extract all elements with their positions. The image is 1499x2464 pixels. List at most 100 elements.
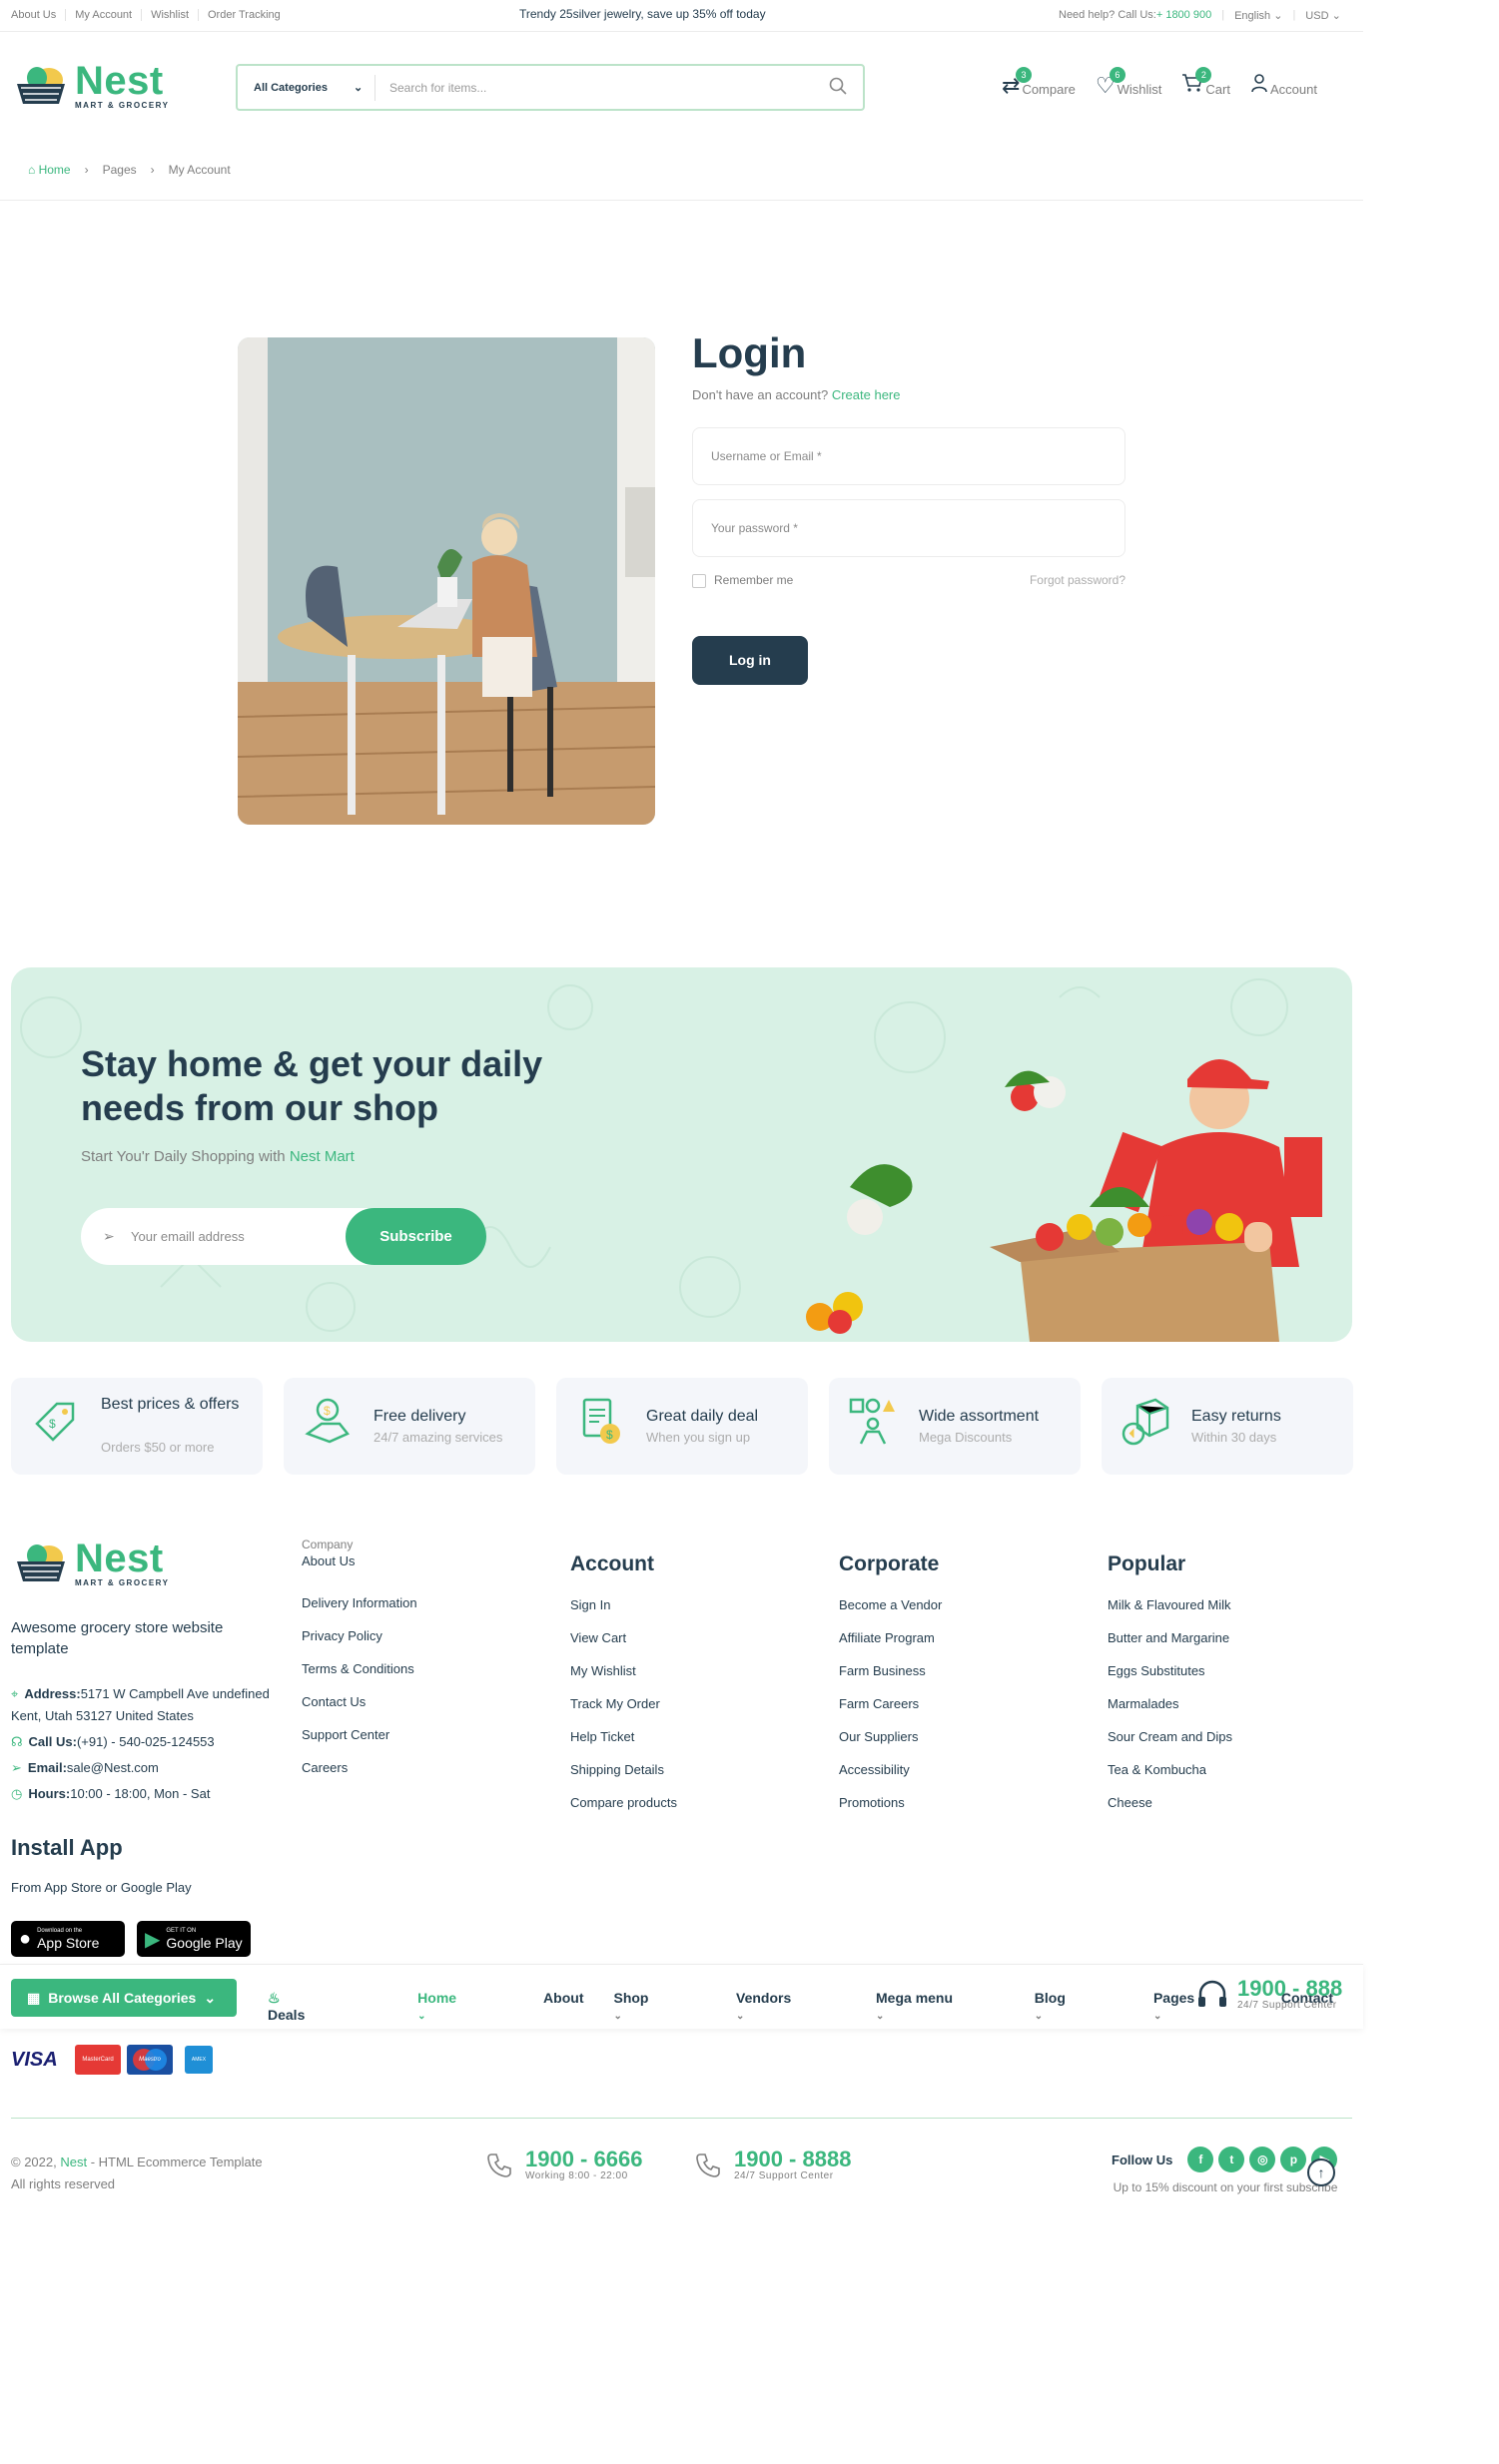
footer-link[interactable]: Farm Business	[839, 1654, 942, 1687]
pinterest-icon[interactable]: p	[1280, 2147, 1307, 2172]
footer-link[interactable]: Cheese	[1108, 1786, 1232, 1819]
google-play-button[interactable]: ▶ GET IT ON Google Play	[137, 1921, 251, 1957]
footer-link[interactable]: Butter and Margarine	[1108, 1621, 1232, 1654]
category-select[interactable]: All Categories ⌄	[238, 74, 375, 101]
facebook-icon[interactable]: f	[1187, 2147, 1214, 2172]
home-icon: ⌂	[28, 163, 36, 177]
app-store-button[interactable]: ● Download on the App Store	[11, 1921, 125, 1957]
breadcrumb-pages[interactable]: Pages	[103, 163, 137, 177]
footer-link[interactable]: Delivery Information	[302, 1586, 417, 1619]
chevron-down-icon: ⌄	[1331, 10, 1341, 22]
browse-categories-button[interactable]: ▦ Browse All Categories ⌄	[11, 1979, 237, 2017]
install-app-title: Install App	[11, 1835, 123, 1860]
remember-checkbox[interactable]	[692, 573, 706, 588]
footer-link[interactable]: Privacy Policy	[302, 1619, 417, 1652]
chevron-down-icon: ⌄	[1152, 2011, 1162, 2022]
chevron-down-icon: ⌄	[204, 1989, 217, 2006]
footer-link[interactable]: Milk & Flavoured Milk	[1108, 1588, 1232, 1621]
call-value[interactable]: (+91) - 540-025-124553	[77, 1734, 215, 1749]
footer-logo[interactable]: Nest MART & GROCERY	[11, 1538, 169, 1587]
login-button[interactable]: Log in	[692, 635, 808, 685]
remember-me[interactable]: Remember me	[692, 573, 793, 588]
footer-link[interactable]: Tea & Kombucha	[1108, 1753, 1232, 1786]
account-button[interactable]: Account	[1250, 73, 1317, 97]
top-link-account[interactable]: My Account	[66, 9, 143, 21]
nav-mega-label: Mega menu	[876, 1990, 954, 2006]
footer-link[interactable]: Eggs Substitutes	[1108, 1654, 1232, 1687]
feature-title: Best prices & offers	[101, 1396, 240, 1413]
footer-link[interactable]: Become a Vendor	[839, 1588, 942, 1621]
create-account-link[interactable]: Create here	[832, 387, 901, 402]
feature-title: Great daily deal	[646, 1408, 759, 1425]
nav-mega-menu[interactable]: Mega menu ⌄	[876, 1990, 1005, 2023]
footer-link[interactable]: Support Center	[302, 1718, 417, 1751]
banner-subtitle: Start You'r Daily Shopping with Nest Mar…	[81, 1148, 355, 1165]
nav-vendors-label: Vendors	[736, 1990, 792, 2006]
top-link-order-tracking[interactable]: Order Tracking	[199, 9, 290, 21]
phone-icon	[487, 2153, 511, 2177]
language-select[interactable]: English ⌄	[1234, 9, 1282, 22]
top-link-wishlist[interactable]: Wishlist	[142, 9, 199, 21]
search-icon[interactable]	[829, 77, 847, 98]
footer-link[interactable]: Sign In	[570, 1588, 677, 1621]
deal-icon: $	[582, 1398, 620, 1444]
headset-icon: ☊	[11, 1734, 23, 1749]
nav-vendors[interactable]: Vendors ⌄	[736, 1990, 846, 2023]
email-value[interactable]: sale@Nest.com	[67, 1760, 159, 1775]
footer-link[interactable]: Careers	[302, 1751, 417, 1784]
password-input[interactable]: Your password *	[692, 499, 1125, 557]
twitter-icon[interactable]: t	[1218, 2147, 1245, 2172]
footer-link[interactable]: About Us	[302, 1553, 417, 1569]
footer-link[interactable]: Contact Us	[302, 1685, 417, 1718]
currency-select[interactable]: USD ⌄	[1305, 9, 1341, 22]
support-phone[interactable]: 1900 - 888	[1237, 1977, 1342, 2000]
footer-link[interactable]: Compare products	[570, 1786, 677, 1819]
footer-link[interactable]: Our Suppliers	[839, 1720, 942, 1753]
footer-link[interactable]: Sour Cream and Dips	[1108, 1720, 1232, 1753]
compare-label: Compare	[1022, 82, 1076, 97]
svg-text:$: $	[49, 1417, 56, 1431]
instagram-icon[interactable]: ◎	[1249, 2147, 1276, 2172]
copy-brand[interactable]: Nest	[60, 2155, 87, 2169]
search-input[interactable]: Search for items...	[389, 81, 829, 95]
footer-address: ⌖ Address:5171 W Campbell Ave undefined K…	[11, 1683, 281, 1727]
top-link-about[interactable]: About Us	[11, 9, 67, 21]
logo[interactable]: Nest MART & GROCERY	[11, 60, 169, 110]
nav-about[interactable]: About	[543, 1990, 583, 2023]
footer-link[interactable]: Promotions	[839, 1786, 942, 1819]
footer-link[interactable]: My Wishlist	[570, 1654, 677, 1687]
wishlist-button[interactable]: ♡ 6 Wishlist	[1096, 67, 1161, 97]
help-phone[interactable]: + 1800 900	[1156, 9, 1211, 21]
header: Nest MART & GROCERY All Categories ⌄ Sea…	[0, 33, 1363, 143]
footer-link[interactable]: Accessibility	[839, 1753, 942, 1786]
forgot-password-link[interactable]: Forgot password?	[1030, 573, 1125, 588]
hours-value: 10:00 - 18:00, Mon - Sat	[70, 1786, 211, 1801]
phone-number[interactable]: 1900 - 8888	[734, 2149, 851, 2170]
nav-deals-label: Deals	[268, 2007, 306, 2023]
compare-badge: 3	[1016, 67, 1032, 83]
scroll-to-top-button[interactable]: ↑	[1307, 2158, 1335, 2186]
nav-pages-label: Pages	[1152, 1990, 1195, 2006]
chevron-right-icon: ›	[84, 163, 89, 177]
footer-link[interactable]: Terms & Conditions	[302, 1652, 417, 1685]
main-nav: ▦ Browse All Categories ⌄ ♨ Deals Home ⌄…	[0, 1964, 1363, 2029]
username-input[interactable]: Username or Email *	[692, 427, 1125, 485]
footer-link[interactable]: Affiliate Program	[839, 1621, 942, 1654]
breadcrumb-home[interactable]: ⌂ Home	[28, 163, 71, 177]
nav-deals[interactable]: ♨ Deals	[268, 1990, 366, 2023]
search-bar: All Categories ⌄ Search for items...	[236, 64, 865, 111]
phone-number[interactable]: 1900 - 6666	[525, 2149, 642, 2170]
footer-link[interactable]: Help Ticket	[570, 1720, 677, 1753]
footer-link[interactable]: View Cart	[570, 1621, 677, 1654]
cart-button[interactable]: 2 Cart	[1181, 67, 1230, 97]
footer-link[interactable]: Track My Order	[570, 1687, 677, 1720]
nav-home[interactable]: Home ⌄	[417, 1990, 513, 2023]
googleplay-label: Google Play	[166, 1934, 243, 1951]
footer-link[interactable]: Shipping Details	[570, 1753, 677, 1786]
footer-link[interactable]: Farm Careers	[839, 1687, 942, 1720]
compare-button[interactable]: ⇄ 3 Compare	[1002, 67, 1076, 97]
footer-link[interactable]: Marmalades	[1108, 1687, 1232, 1720]
nav-blog[interactable]: Blog ⌄	[1035, 1990, 1124, 2023]
subscribe-button[interactable]: Subscribe	[346, 1208, 486, 1265]
nav-shop[interactable]: Shop ⌄	[613, 1990, 706, 2023]
